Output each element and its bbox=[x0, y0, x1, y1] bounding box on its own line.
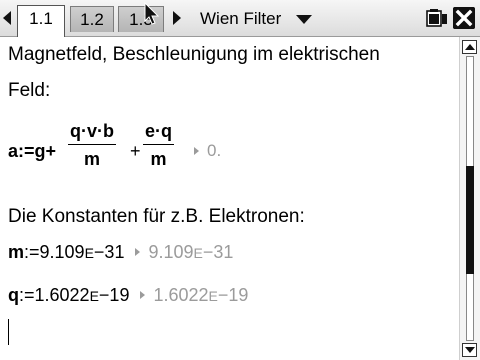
fraction-numerator: q·v·b bbox=[70, 121, 114, 141]
down-arrow-icon bbox=[465, 347, 475, 353]
expr-m-value: :=9.109 bbox=[24, 242, 85, 262]
result-m-exp: E bbox=[193, 245, 203, 261]
fraction-denominator: m bbox=[150, 149, 167, 169]
expr-m-tail: −31 bbox=[93, 242, 125, 262]
plus-sign: + bbox=[130, 141, 141, 161]
note-line-2: Feld: bbox=[8, 80, 51, 101]
fraction-denominator: m bbox=[83, 149, 100, 169]
vertical-scrollbar[interactable] bbox=[459, 37, 480, 360]
scroll-thumb[interactable] bbox=[466, 166, 474, 274]
var-m: m bbox=[8, 242, 25, 262]
fraction-qvb-over-m: q·v·b m bbox=[68, 120, 116, 170]
result-arrow-icon bbox=[194, 146, 199, 155]
tab-label: 1.1 bbox=[29, 9, 53, 28]
mouse-cursor-icon bbox=[144, 2, 160, 25]
text-cursor[interactable] bbox=[8, 319, 9, 345]
note-line-1: Magnetfeld, Beschleunigung im elektrisch… bbox=[8, 44, 380, 65]
expr-q-exp: E bbox=[89, 288, 99, 304]
math-box-q[interactable]: q:=1.6022E−19 1.6022E−19 bbox=[8, 283, 248, 308]
var-q: q bbox=[8, 285, 19, 305]
var-a: a bbox=[8, 141, 19, 161]
tab-1-1[interactable]: 1.1 bbox=[17, 5, 65, 37]
up-arrow-icon bbox=[465, 44, 475, 50]
toolbar: 1.1 1.2 1.3 Wien Filter bbox=[0, 0, 480, 37]
expr-q-value: :=1.6022 bbox=[19, 285, 90, 305]
notes-page[interactable]: Magnetfeld, Beschleunigung im elektrisch… bbox=[0, 37, 458, 360]
result-a: 0. bbox=[188, 139, 221, 163]
fraction-numerator: e·q bbox=[145, 121, 172, 141]
result-m-value: 9.109 bbox=[148, 242, 194, 262]
scroll-down-button[interactable] bbox=[462, 343, 477, 357]
dropdown-triangle-icon[interactable] bbox=[296, 15, 312, 24]
result-q: 1.6022E−19 bbox=[134, 285, 248, 305]
close-icon[interactable] bbox=[453, 7, 475, 29]
result-q-value: 1.6022 bbox=[153, 285, 209, 305]
expr-q-tail: −19 bbox=[98, 285, 130, 305]
right-triangle-icon[interactable] bbox=[173, 11, 181, 25]
document-title[interactable]: Wien Filter bbox=[200, 8, 281, 30]
result-m-tail: −31 bbox=[202, 242, 234, 262]
expr-m-exp: E bbox=[84, 245, 94, 261]
battery-icon bbox=[426, 9, 447, 27]
result-m: 9.109E−31 bbox=[129, 242, 233, 262]
expr-a-assign: :=g+ bbox=[18, 141, 57, 161]
tab-1-2[interactable]: 1.2 bbox=[70, 6, 114, 32]
expr-a-lhs: a:=g+ bbox=[8, 139, 56, 163]
constants-heading: Die Konstanten für z.B. Elektronen: bbox=[8, 206, 305, 227]
result-a-value: 0. bbox=[207, 141, 222, 160]
result-q-exp: E bbox=[208, 288, 218, 304]
scroll-up-button[interactable] bbox=[462, 40, 477, 54]
math-box-m[interactable]: m:=9.109E−31 9.109E−31 bbox=[8, 240, 233, 265]
result-q-tail: −19 bbox=[217, 285, 249, 305]
tab-label: 1.2 bbox=[80, 10, 104, 29]
fraction-eq-over-m: e·q m bbox=[143, 120, 174, 170]
result-arrow-icon bbox=[140, 291, 146, 300]
result-arrow-icon bbox=[135, 248, 141, 257]
left-triangle-icon[interactable] bbox=[3, 11, 11, 25]
